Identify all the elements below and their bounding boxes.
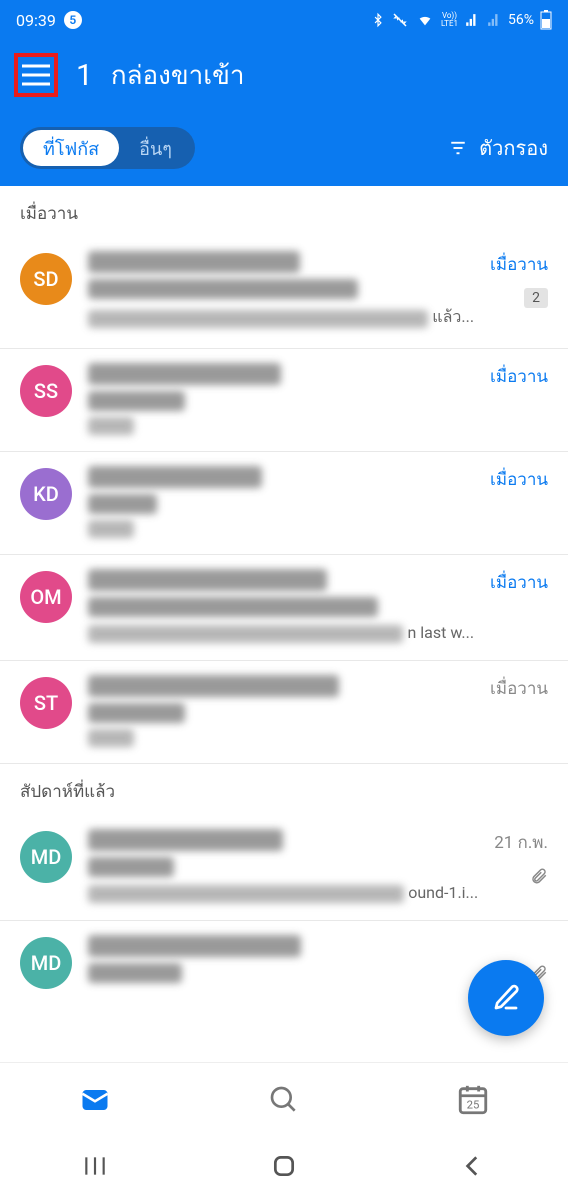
- subject-line: [88, 279, 358, 299]
- email-time: เมื่อวาน: [490, 466, 548, 493]
- compose-icon: [491, 983, 521, 1013]
- preview-line: [88, 520, 134, 538]
- header-highlight-number: 1: [76, 58, 93, 93]
- email-time: เมื่อวาน: [490, 251, 548, 278]
- sys-recent-button[interactable]: [82, 1153, 108, 1183]
- email-row[interactable]: KD เมื่อวาน: [0, 452, 568, 555]
- vibrate-icon: [391, 11, 409, 29]
- email-row[interactable]: OM n last w... เมื่อวาน: [0, 555, 568, 661]
- nav-mail[interactable]: [0, 1063, 189, 1136]
- subject-line: [88, 597, 378, 617]
- avatar[interactable]: SD: [20, 253, 72, 305]
- subject-line: [88, 963, 182, 983]
- email-time: 21 ก.พ.: [494, 829, 548, 856]
- email-time: เมื่อวาน: [490, 675, 548, 702]
- email-body: [88, 935, 514, 989]
- recent-icon: [82, 1153, 108, 1179]
- page-title: กล่องขาเข้า: [111, 55, 245, 96]
- email-time: เมื่อวาน: [490, 363, 548, 390]
- avatar[interactable]: SS: [20, 365, 72, 417]
- preview-line: [88, 625, 403, 643]
- subject-line: [88, 391, 185, 411]
- filter-button[interactable]: ตัวกรอง: [447, 132, 548, 164]
- sender-line: [88, 829, 283, 851]
- subject-line: [88, 494, 157, 514]
- hamburger-icon: [22, 64, 50, 86]
- email-count: 2: [524, 288, 548, 308]
- email-body: ound-1.i...: [88, 829, 478, 904]
- preview-suffix: ound-1.i...: [408, 883, 478, 902]
- segmented-control: ที่โฟกัส อื่นๆ: [20, 127, 195, 169]
- calendar-icon: 25: [456, 1083, 490, 1117]
- email-row[interactable]: SS เมื่อวาน: [0, 349, 568, 452]
- email-row[interactable]: ST เมื่อวาน: [0, 661, 568, 764]
- app-bar: 1 กล่องขาเข้า: [0, 40, 568, 110]
- filter-icon: [447, 139, 469, 157]
- tab-focused[interactable]: ที่โฟกัส: [23, 130, 119, 166]
- preview-suffix: แล้ว...: [432, 305, 474, 330]
- nav-search[interactable]: [189, 1063, 378, 1136]
- home-icon: [271, 1153, 297, 1179]
- section-yesterday: เมื่อวาน: [0, 186, 568, 237]
- email-row[interactable]: MD ound-1.i... 21 ก.พ.: [0, 815, 568, 921]
- avatar[interactable]: OM: [20, 571, 72, 623]
- status-bar: 09:39 5 Vo))LTE1 56%: [0, 0, 568, 40]
- email-body: [88, 466, 474, 538]
- email-list[interactable]: เมื่อวาน SD แล้ว... เมื่อวาน 2 SS เมื่อว…: [0, 186, 568, 1005]
- battery-percent: 56%: [508, 12, 534, 28]
- email-time: เมื่อวาน: [490, 569, 548, 596]
- preview-line: [88, 417, 134, 435]
- email-body: [88, 363, 474, 435]
- wifi-icon: [415, 12, 435, 28]
- nav-calendar[interactable]: 25: [379, 1063, 568, 1136]
- preview-line: [88, 310, 428, 328]
- email-body: แล้ว...: [88, 251, 474, 332]
- email-body: [88, 675, 474, 747]
- compose-fab[interactable]: [468, 960, 544, 1036]
- sender-line: [88, 675, 339, 697]
- volte-icon: Vo))LTE1: [441, 12, 458, 28]
- subject-line: [88, 703, 185, 723]
- avatar[interactable]: MD: [20, 937, 72, 989]
- preview-suffix: n last w...: [407, 623, 474, 642]
- preview-line: [88, 729, 134, 747]
- status-notif-badge: 5: [64, 11, 82, 29]
- avatar[interactable]: MD: [20, 831, 72, 883]
- signal-icon-2: [486, 13, 502, 27]
- search-icon: [268, 1084, 300, 1116]
- section-last-week: สัปดาห์ที่แล้ว: [0, 764, 568, 815]
- tab-other[interactable]: อื่นๆ: [119, 130, 192, 166]
- sender-line: [88, 363, 281, 385]
- sender-line: [88, 569, 327, 591]
- menu-button[interactable]: [14, 53, 58, 97]
- back-icon: [460, 1153, 486, 1179]
- subject-line: [88, 857, 174, 877]
- sender-line: [88, 935, 301, 957]
- preview-line: [88, 885, 404, 903]
- tabs-row: ที่โฟกัส อื่นๆ ตัวกรอง: [0, 110, 568, 186]
- status-time: 09:39: [16, 11, 56, 30]
- filter-label: ตัวกรอง: [479, 132, 548, 164]
- sys-back-button[interactable]: [460, 1153, 486, 1183]
- avatar[interactable]: KD: [20, 468, 72, 520]
- battery-icon: [540, 10, 552, 30]
- bottom-nav: 25: [0, 1062, 568, 1136]
- system-nav: [0, 1136, 568, 1200]
- sys-home-button[interactable]: [271, 1153, 297, 1183]
- email-row[interactable]: SD แล้ว... เมื่อวาน 2: [0, 237, 568, 349]
- sender-line: [88, 466, 262, 488]
- signal-icon: [464, 13, 480, 27]
- bluetooth-icon: [371, 11, 385, 29]
- avatar[interactable]: ST: [20, 677, 72, 729]
- sender-line: [88, 251, 300, 273]
- svg-text:25: 25: [467, 1097, 480, 1111]
- email-body: n last w...: [88, 569, 474, 644]
- attachment-icon: [530, 866, 548, 886]
- mail-icon: [76, 1085, 114, 1115]
